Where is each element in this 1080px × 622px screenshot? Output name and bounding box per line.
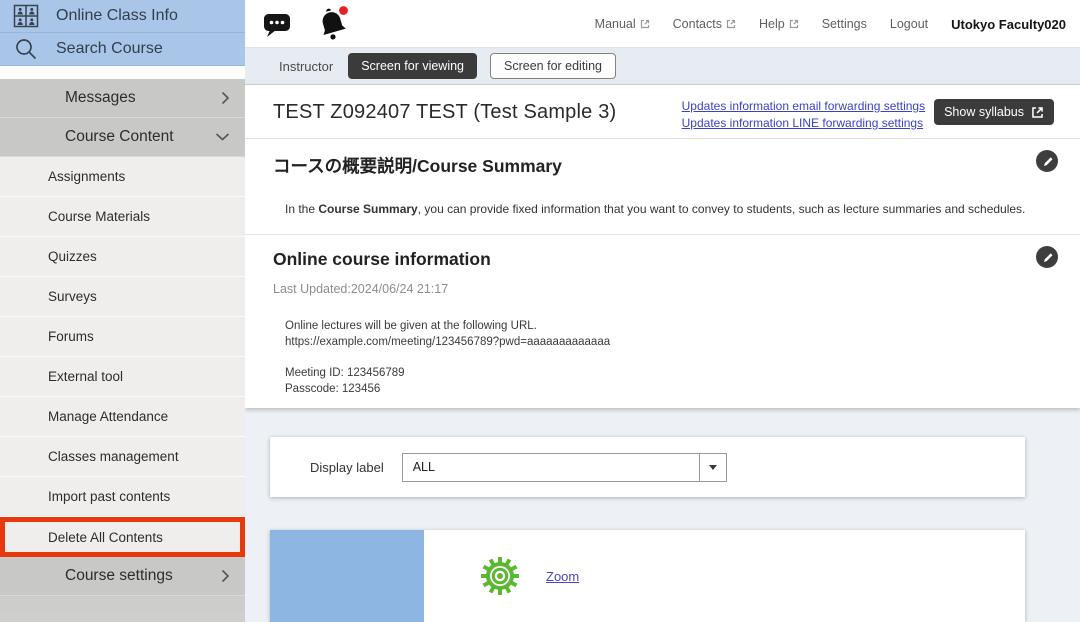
nav-manual[interactable]: Manual xyxy=(595,17,650,31)
sidebar-item-label: Import past contents xyxy=(48,489,170,504)
sidebar-item-label: Surveys xyxy=(48,289,97,304)
display-label-text: Display label xyxy=(310,460,384,475)
role-label: Instructor xyxy=(279,59,333,74)
show-syllabus-label: Show syllabus xyxy=(944,105,1024,119)
sidebar-item-quizzes[interactable]: Quizzes xyxy=(0,237,245,277)
sidebar-item-course-materials[interactable]: Course Materials xyxy=(0,197,245,237)
sidebar-item-label: Assignments xyxy=(48,169,125,184)
pencil-icon xyxy=(1041,155,1054,168)
external-link-icon xyxy=(789,19,799,29)
section-heading: Online course information xyxy=(273,249,1052,270)
view-mode-bar: Instructor Screen for viewing Screen for… xyxy=(245,48,1080,85)
chevron-right-icon xyxy=(221,569,230,583)
external-link-icon xyxy=(726,19,736,29)
sidebar-item-search-course[interactable]: Search Course xyxy=(0,33,245,66)
sidebar-item-label: Delete All Contents xyxy=(48,530,163,545)
show-syllabus-button[interactable]: Show syllabus xyxy=(934,99,1054,125)
nav-logout[interactable]: Logout xyxy=(890,17,928,31)
sidebar-group-messages[interactable]: Messages xyxy=(0,79,245,118)
nav-contacts[interactable]: Contacts xyxy=(673,17,736,31)
meeting-url: https://example.com/meeting/123456789?pw… xyxy=(285,335,1052,351)
sidebar-item-label: Classes management xyxy=(48,449,179,464)
select-value: ALL xyxy=(403,460,699,474)
pencil-icon xyxy=(1041,251,1054,264)
class-grid-icon xyxy=(12,4,40,28)
notification-bell-icon[interactable] xyxy=(317,4,353,51)
sidebar-group-label: Course Content xyxy=(65,128,174,146)
sidebar-item-classes-management[interactable]: Classes management xyxy=(0,437,245,477)
sidebar-item-label: External tool xyxy=(48,369,123,384)
external-link-icon xyxy=(640,19,650,29)
info-line: Online lectures will be given at the fol… xyxy=(285,319,1052,335)
sidebar-item-label: Search Course xyxy=(56,40,163,58)
sidebar-item-label: Forums xyxy=(48,329,94,344)
passcode: Passcode: 123456 xyxy=(285,382,1052,398)
page-title: TEST Z092407 TEST (Test Sample 3) xyxy=(273,101,616,124)
nav-label: Help xyxy=(759,17,785,31)
line-forwarding-settings-link[interactable]: Updates information LINE forwarding sett… xyxy=(682,116,925,130)
sidebar-item-online-class-info[interactable]: Online Class Info xyxy=(0,0,245,33)
sidebar-group-label: Course settings xyxy=(65,567,173,585)
search-icon xyxy=(12,37,40,61)
sidebar-item-external-tool[interactable]: External tool xyxy=(0,357,245,397)
course-title-row: TEST Z092407 TEST (Test Sample 3) Update… xyxy=(245,85,1080,139)
sidebar-group-course-settings[interactable]: Course settings xyxy=(0,557,245,596)
sidebar-item-label: Manage Attendance xyxy=(48,409,168,424)
sidebar-group-label: Messages xyxy=(65,89,136,107)
caret-down-icon xyxy=(709,465,717,470)
sidebar: Online Class Info Search Course Messages… xyxy=(0,0,245,622)
sidebar-item-label: Course Materials xyxy=(48,209,150,224)
section-heading: コースの概要説明/Course Summary xyxy=(273,153,1052,178)
nav-label: Manual xyxy=(595,17,636,31)
sidebar-divider xyxy=(0,66,245,79)
main-area: Manual Contacts Help Settings Logout U xyxy=(245,0,1080,622)
sidebar-filler xyxy=(0,596,245,612)
sidebar-item-forums[interactable]: Forums xyxy=(0,317,245,357)
tab-screen-for-viewing[interactable]: Screen for viewing xyxy=(348,53,477,79)
chevron-right-icon xyxy=(221,91,230,105)
nav-label: Logout xyxy=(890,17,928,31)
sidebar-item-delete-all-contents[interactable]: Delete All Contents xyxy=(0,517,245,557)
select-arrow-button[interactable] xyxy=(699,454,726,481)
sidebar-item-label: Online Class Info xyxy=(56,7,178,25)
last-updated-text: Last Updated:2024/06/24 21:17 xyxy=(273,282,1052,296)
course-content-panel: TEST Z092407 TEST (Test Sample 3) Update… xyxy=(245,85,1080,408)
top-bar: Manual Contacts Help Settings Logout U xyxy=(245,0,1080,48)
online-info-body: Online lectures will be given at the fol… xyxy=(285,319,1052,397)
sidebar-item-import-past-contents[interactable]: Import past contents xyxy=(0,477,245,517)
material-row-card: Zoom xyxy=(270,530,1025,622)
sidebar-item-assignments[interactable]: Assignments xyxy=(0,157,245,197)
nav-label: Settings xyxy=(822,17,867,31)
user-name: Utokyo Faculty020 xyxy=(951,17,1066,32)
top-nav: Manual Contacts Help Settings Logout U xyxy=(595,0,1066,48)
meeting-id: Meeting ID: 123456789 xyxy=(285,366,1052,382)
online-course-info-section: Online course information Last Updated:2… xyxy=(245,235,1080,397)
edit-course-summary-button[interactable] xyxy=(1036,150,1058,172)
external-link-icon xyxy=(1031,106,1044,119)
tab-screen-for-editing[interactable]: Screen for editing xyxy=(490,53,616,79)
zoom-link[interactable]: Zoom xyxy=(546,569,579,584)
email-forwarding-settings-link[interactable]: Updates information email forwarding set… xyxy=(682,99,925,113)
nav-label: Contacts xyxy=(673,17,722,31)
display-label-card: Display label ALL xyxy=(270,437,1025,497)
nav-settings[interactable]: Settings xyxy=(822,17,867,31)
messages-chat-icon[interactable] xyxy=(263,11,293,43)
lms-page: Online Class Info Search Course Messages… xyxy=(0,0,1080,622)
nav-help[interactable]: Help xyxy=(759,17,799,31)
sidebar-group-course-content[interactable]: Course Content xyxy=(0,118,245,157)
sidebar-item-label: Quizzes xyxy=(48,249,97,264)
gear-icon xyxy=(478,554,522,603)
edit-online-info-button[interactable] xyxy=(1036,246,1058,268)
material-thumbnail xyxy=(270,530,424,622)
course-summary-text: In the Course Summary, you can provide f… xyxy=(285,202,1052,216)
sidebar-item-surveys[interactable]: Surveys xyxy=(0,277,245,317)
chevron-down-icon xyxy=(215,133,230,142)
display-label-select[interactable]: ALL xyxy=(402,453,727,482)
course-summary-section: コースの概要説明/Course Summary In the Course Su… xyxy=(245,139,1080,235)
sidebar-item-manage-attendance[interactable]: Manage Attendance xyxy=(0,397,245,437)
